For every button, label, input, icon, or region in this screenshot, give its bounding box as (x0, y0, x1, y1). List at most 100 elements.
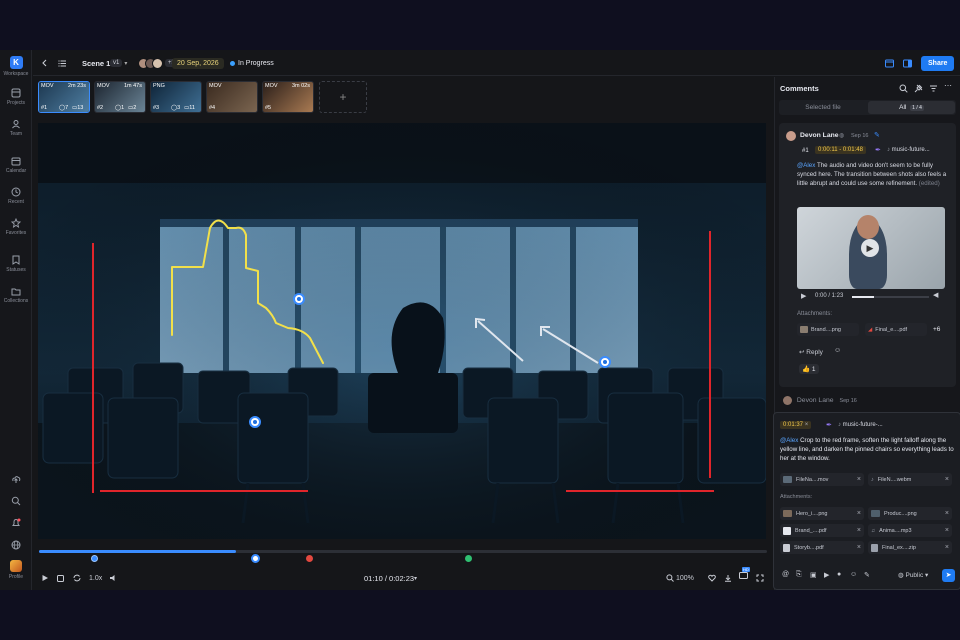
close-icon[interactable]: × (857, 510, 861, 517)
annotation-pin[interactable] (293, 293, 305, 305)
profile-button[interactable]: Profile (0, 560, 32, 580)
draw-icon: ✒ (826, 422, 832, 429)
file-link[interactable]: ♪ music-future... (887, 147, 930, 153)
video-icon[interactable]: ▶ (824, 571, 829, 579)
close-icon[interactable]: × (945, 476, 949, 483)
search-icon[interactable] (899, 84, 908, 93)
share-button[interactable]: Share (921, 55, 955, 71)
attachment-chip[interactable]: Storyb....pdf × (780, 541, 864, 554)
heart-icon[interactable] (708, 574, 716, 582)
stop-icon[interactable] (57, 574, 64, 582)
playback-speed[interactable]: 1.0x (89, 575, 102, 582)
rail-team[interactable]: Team (0, 119, 32, 137)
close-icon[interactable]: × (805, 422, 809, 428)
file-thumbnail[interactable]: MOV 2m 23s #1 ◯7 ▭13 (38, 81, 90, 113)
comment-composer[interactable]: 0:01:37 × ✒ ♪ music-future-... @Alex Cro… (773, 412, 960, 590)
close-icon[interactable]: × (945, 527, 949, 534)
timeline-marker[interactable] (465, 555, 472, 562)
emoji-icon[interactable]: ☺ (834, 347, 841, 354)
file-thumbnail[interactable]: MOV 1m 47s #2 ◯1 ▭2 (94, 81, 146, 113)
attachment-chip[interactable]: Brand....png (797, 323, 859, 336)
close-icon[interactable]: × (857, 527, 861, 534)
attachment-chip[interactable]: ◢ Final_e....pdf (865, 323, 927, 336)
fullscreen-icon[interactable] (756, 574, 764, 582)
file-thumbnail[interactable]: PNG #3 ◯3 ▭11 (150, 81, 202, 113)
mention-icon[interactable]: @ (782, 571, 789, 578)
timerange-badge[interactable]: 0:00:11 - 0:01:48 (815, 146, 866, 154)
emoji-icon[interactable]: ☺ (850, 571, 857, 578)
search-button[interactable] (0, 496, 32, 506)
image-icon[interactable]: ▣ (810, 571, 817, 579)
file-chip[interactable]: ♪ FileN....webm × (868, 473, 952, 486)
playhead[interactable] (251, 554, 260, 563)
play-icon[interactable]: ▶ (801, 292, 806, 300)
status-badge[interactable]: In Progress (230, 50, 274, 76)
version-select[interactable]: v1 ▾ (110, 50, 127, 76)
draw-icon[interactable]: ✎ (864, 571, 870, 579)
attachment-chip[interactable]: Produc....png × (868, 507, 952, 520)
more-icon[interactable]: ⋯ (944, 81, 952, 90)
composer-text[interactable]: @Alex Crop to the red frame, soften the … (780, 436, 956, 463)
file-thumbnail[interactable]: MOV #4 (206, 81, 258, 113)
zoom-level[interactable]: 100% (676, 575, 694, 582)
attachment-chip[interactable]: Final_ex....zip × (868, 541, 952, 554)
upload-button[interactable] (0, 474, 32, 484)
tab-selected-file[interactable]: Selected file (779, 100, 867, 115)
filter-icon[interactable] (929, 84, 938, 93)
close-icon[interactable]: × (945, 544, 949, 551)
reply-button[interactable]: ↩ Reply (799, 348, 823, 356)
panel-toggle-button[interactable] (903, 50, 912, 76)
next-comment[interactable]: Devon Lane Sep 16 (783, 396, 857, 405)
file-chip[interactable]: FileNa....mov × (780, 473, 864, 486)
reaction-chip[interactable]: 👍 1 (799, 364, 819, 374)
rail-collections[interactable]: Collections (0, 286, 32, 304)
annotation-pin[interactable] (599, 356, 611, 368)
attachment-chip[interactable]: Brand_....pdf × (780, 524, 864, 537)
quality-button[interactable]: HD (739, 567, 750, 581)
rail-calendar[interactable]: Calendar (0, 156, 32, 174)
globe-button[interactable] (0, 540, 32, 550)
file-link[interactable]: ♪ music-future-... (838, 422, 883, 428)
timeline-marker[interactable] (306, 555, 313, 562)
comment-card[interactable]: Devon Lane ◍ Sep 16 ✎ #1 0:00:11 - 0:01:… (779, 123, 956, 387)
date-badge[interactable]: 20 Sep, 2026 (172, 50, 224, 76)
volume-icon[interactable]: ◀ (933, 291, 938, 299)
video-progress[interactable] (852, 296, 929, 298)
rail-recent[interactable]: Recent (0, 187, 32, 205)
video-attachment[interactable]: ▶ (797, 207, 945, 289)
close-icon[interactable]: × (857, 476, 861, 483)
notifications-button[interactable] (0, 518, 32, 528)
send-button[interactable]: ➤ (942, 569, 955, 582)
rail-projects[interactable]: Projects (0, 88, 32, 106)
add-file-button[interactable]: + (319, 81, 367, 113)
play-icon[interactable] (41, 574, 49, 582)
more-attachments[interactable]: +6 (933, 326, 940, 333)
rail-favorites[interactable]: Favorites (0, 218, 32, 236)
time-display[interactable]: 01:10 / 0:02:23 (364, 574, 414, 583)
volume-icon[interactable] (109, 574, 117, 582)
attachment-chip[interactable]: ♫ Anima....mp3 × (868, 524, 952, 537)
attach-icon[interactable]: ⎘ (796, 571, 802, 579)
play-button[interactable]: ▶ (861, 239, 879, 257)
progress-track[interactable] (39, 550, 767, 553)
tab-all[interactable]: All 1 / 4 (868, 101, 955, 114)
timestamp-chip[interactable]: 0:01:37 × (780, 421, 812, 429)
layout-toggle-button[interactable] (885, 50, 894, 76)
rail-statuses[interactable]: Statuses (0, 255, 32, 273)
microphone-icon[interactable]: ● (837, 571, 841, 578)
annotation-pin[interactable] (249, 416, 261, 428)
visibility-select[interactable]: ◍ Public ▾ (898, 571, 928, 579)
timeline-marker[interactable] (91, 555, 98, 562)
zoom-icon[interactable] (666, 574, 674, 582)
download-icon[interactable] (724, 574, 732, 582)
pin-icon[interactable] (914, 84, 923, 93)
loop-icon[interactable] (73, 574, 81, 582)
back-button[interactable] (41, 50, 49, 76)
close-icon[interactable]: × (857, 544, 861, 551)
rail-workspace[interactable]: K Workspace (0, 56, 32, 77)
list-view-button[interactable] (58, 50, 67, 76)
attachment-chip[interactable]: Hero_i....png × (780, 507, 864, 520)
file-thumbnail[interactable]: MOV 3m 02s #5 (262, 81, 314, 113)
close-icon[interactable]: × (945, 510, 949, 517)
video-frame[interactable] (38, 123, 766, 539)
